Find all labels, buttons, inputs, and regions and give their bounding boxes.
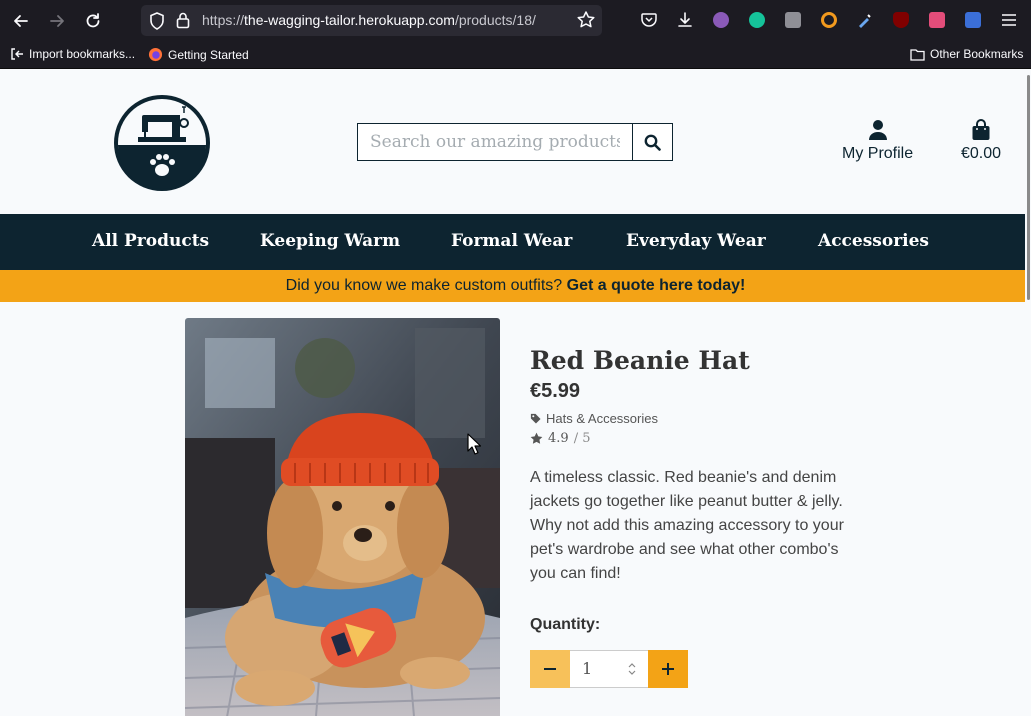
bookmark-star-icon[interactable] bbox=[576, 10, 596, 30]
bookmark-import-label: Import bookmarks... bbox=[29, 47, 136, 61]
decrement-quantity-button[interactable] bbox=[530, 649, 570, 688]
bookmark-getting-started[interactable]: Getting Started bbox=[148, 47, 249, 62]
import-icon bbox=[11, 48, 23, 60]
nav-accessories[interactable]: Accessories bbox=[818, 231, 929, 251]
plus-icon bbox=[662, 662, 674, 675]
search-button[interactable] bbox=[632, 123, 673, 161]
my-profile-link[interactable]: My Profile bbox=[842, 119, 913, 163]
product-details: Red Beanie Hat €5.99 Hats & Accessories … bbox=[530, 345, 850, 688]
reload-icon bbox=[86, 13, 100, 28]
search-icon bbox=[644, 134, 661, 151]
grammarly-icon[interactable] bbox=[747, 10, 767, 30]
my-profile-label: My Profile bbox=[842, 145, 914, 162]
star-icon bbox=[530, 432, 543, 444]
rating-max: / 5 bbox=[573, 430, 591, 446]
spinner-arrows-icon[interactable] bbox=[628, 662, 636, 676]
downloads-icon[interactable] bbox=[675, 10, 695, 30]
url-bar[interactable]: https://the-wagging-tailor.herokuapp.com… bbox=[141, 5, 602, 36]
bookmark-getting-started-label: Getting Started bbox=[168, 47, 249, 62]
extension-avatar-icon[interactable] bbox=[711, 10, 731, 30]
product-name: Red Beanie Hat bbox=[530, 346, 750, 375]
quantity-label: Quantity: bbox=[530, 615, 601, 633]
back-button[interactable] bbox=[8, 8, 34, 34]
reload-button[interactable] bbox=[80, 8, 106, 34]
shopping-bag-icon bbox=[972, 119, 990, 140]
quantity-value: 1 bbox=[582, 659, 593, 678]
minus-icon bbox=[544, 667, 556, 670]
mouse-cursor-icon bbox=[467, 433, 481, 455]
browser-toolbar: https://the-wagging-tailor.herokuapp.com… bbox=[0, 0, 1031, 41]
pocket-icon[interactable] bbox=[639, 10, 659, 30]
cart-total: €0.00 bbox=[961, 145, 1002, 162]
promo-banner: Did you know we make custom outfits? Get… bbox=[0, 270, 1031, 302]
extension-k-icon[interactable] bbox=[783, 10, 803, 30]
site-logo[interactable] bbox=[112, 93, 212, 193]
translate-icon[interactable] bbox=[963, 10, 983, 30]
nav-formal-wear[interactable]: Formal Wear bbox=[451, 231, 572, 251]
forward-button[interactable] bbox=[44, 8, 70, 34]
eyedropper-icon[interactable] bbox=[855, 10, 875, 30]
nav-everyday-wear[interactable]: Everyday Wear bbox=[626, 231, 766, 251]
promo-quote-link[interactable]: Get a quote here today! bbox=[567, 277, 746, 294]
nav-all-products[interactable]: All Products bbox=[92, 231, 209, 251]
bookmarks-bar: Import bookmarks... Getting Started Othe… bbox=[0, 41, 1031, 69]
bookmark-import[interactable]: Import bookmarks... bbox=[10, 47, 135, 61]
folder-icon bbox=[910, 48, 925, 61]
rating-value: 4.9 bbox=[548, 430, 569, 446]
quantity-stepper: 1 bbox=[530, 649, 850, 688]
page-scrollbar[interactable] bbox=[1025, 69, 1031, 716]
lock-icon[interactable] bbox=[176, 11, 190, 29]
forward-arrow-icon bbox=[50, 15, 64, 27]
main-nav: All Products Keeping Warm Formal Wear Ev… bbox=[0, 214, 1031, 270]
ublock-icon[interactable] bbox=[891, 10, 911, 30]
quantity-input[interactable]: 1 bbox=[570, 649, 648, 688]
product-description: A timeless classic. Red beanie's and den… bbox=[530, 468, 844, 582]
other-bookmarks-label: Other Bookmarks bbox=[930, 47, 1024, 61]
product-category-label: Hats & Accessories bbox=[546, 410, 658, 426]
increment-quantity-button[interactable] bbox=[648, 649, 688, 688]
search-input[interactable] bbox=[357, 123, 632, 161]
firefox-icon bbox=[148, 47, 163, 62]
search-form bbox=[357, 123, 673, 161]
nav-keeping-warm[interactable]: Keeping Warm bbox=[260, 231, 400, 251]
tag-icon bbox=[530, 413, 541, 424]
product-category-link[interactable]: Hats & Accessories bbox=[530, 411, 850, 426]
product-image bbox=[185, 318, 500, 716]
cart-link[interactable]: €0.00 bbox=[961, 119, 1001, 163]
back-arrow-icon bbox=[14, 15, 28, 27]
product-rating: 4.9 / 5 bbox=[530, 431, 850, 446]
extension-pink-icon[interactable] bbox=[927, 10, 947, 30]
menu-icon[interactable] bbox=[999, 10, 1019, 30]
user-icon bbox=[868, 120, 887, 140]
promo-text: Did you know we make custom outfits? bbox=[285, 277, 567, 294]
product-price: €5.99 bbox=[530, 379, 581, 402]
page: My Profile €0.00 All Products Keeping Wa… bbox=[0, 69, 1031, 716]
other-bookmarks[interactable]: Other Bookmarks bbox=[910, 47, 1023, 61]
tracking-shield-icon[interactable] bbox=[149, 12, 165, 30]
url-text[interactable]: https://the-wagging-tailor.herokuapp.com… bbox=[202, 12, 536, 28]
scrollbar-thumb[interactable] bbox=[1027, 75, 1030, 300]
extension-g-icon[interactable] bbox=[819, 10, 839, 30]
